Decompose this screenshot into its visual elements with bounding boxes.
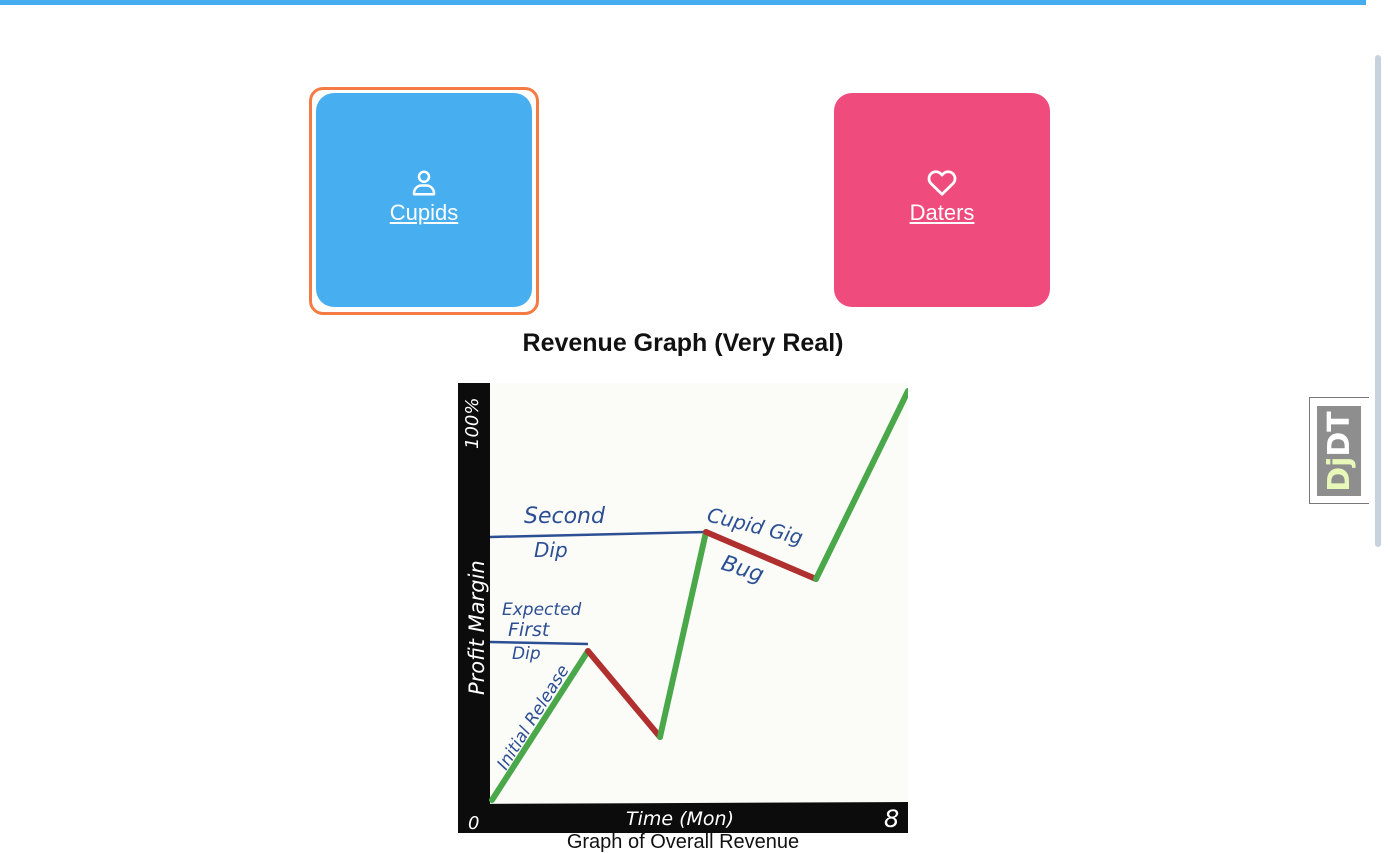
revenue-graph-drawing: 100% Profit Margin 0 Time (Mon) 8 Initia… [458, 383, 911, 834]
scrollbar-thumb[interactable] [1375, 55, 1381, 547]
djdt-dt-text: DT [1321, 410, 1357, 457]
annotation-expected: Expected [502, 600, 582, 620]
y-max-label: 100% [462, 398, 483, 449]
annotation-dip-1: Dip [512, 644, 541, 664]
django-debug-toolbar-handle[interactable]: DjDT [1309, 397, 1369, 504]
djdt-dj-text: Dj [1321, 456, 1357, 492]
graph-caption: Graph of Overall Revenue [566, 831, 800, 853]
top-accent-bar [0, 0, 1366, 5]
annotation-dip-2: Dip [534, 538, 568, 562]
cupids-button[interactable]: Cupids [316, 93, 532, 307]
djdt-logo: DjDT [1317, 406, 1361, 496]
daters-label: Daters [909, 200, 975, 225]
cupids-label: Cupids [389, 200, 459, 225]
user-icon [412, 170, 436, 196]
x-max-label: 8 [884, 805, 899, 833]
scrollbar[interactable] [1366, 0, 1388, 842]
heart-icon [927, 170, 957, 196]
revenue-graph-image: 100% Profit Margin 0 Time (Mon) 8 Initia… [458, 383, 911, 834]
annotation-second: Second [524, 504, 606, 529]
annotation-first: First [508, 619, 551, 641]
y-min-label: 0 [468, 813, 479, 833]
x-axis-label: Time (Mon) [626, 808, 734, 830]
graph-title: Revenue Graph (Very Real) [522, 329, 844, 357]
daters-button[interactable]: Daters [834, 93, 1050, 307]
y-axis-label: Profit Margin [465, 560, 489, 695]
